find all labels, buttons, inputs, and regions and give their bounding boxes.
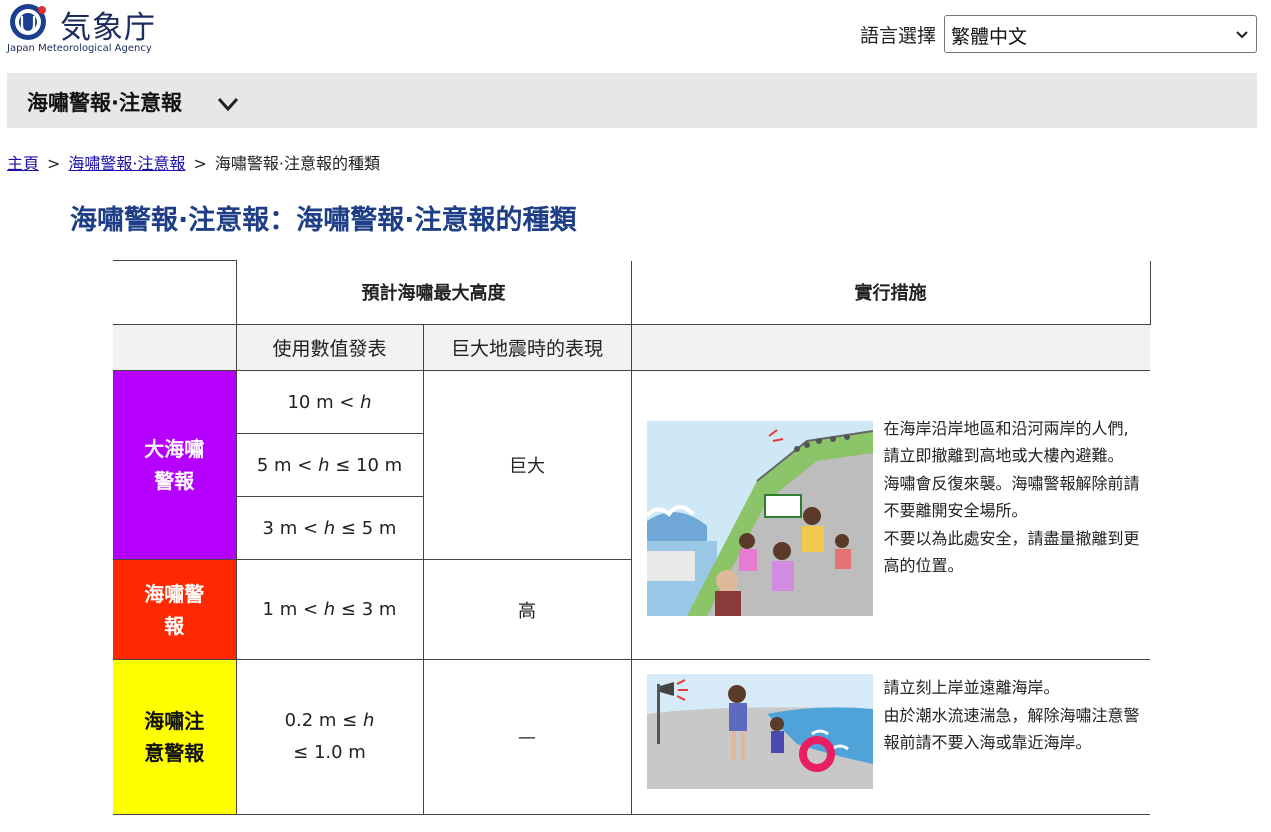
select-arrow-icon [1236, 31, 1248, 39]
height-value: 0.2 m ≤ h ≤ 1.0 m [236, 659, 424, 815]
table-subheader-row: 使用數值發表 巨大地震時的表現 [113, 324, 1150, 371]
beach-illustration [646, 674, 873, 789]
height-value: 1 m < h ≤ 3 m [236, 559, 424, 660]
height-value: 3 m < h ≤ 5 m [236, 496, 424, 560]
subheader-empty-cell [631, 324, 1150, 371]
language-selector: 語言選擇 繁體中文 [860, 15, 1257, 53]
table-row: 大海嘯 警報 10 m < h 巨大 在海岸沿岸地區和沿河兩岸的人們, 請立即撤… [113, 370, 1150, 660]
action-line: 海嘯會反復來襲。海嘯警報解除前請 [883, 473, 1140, 493]
height-variable: h [318, 454, 330, 476]
height-variable: h [363, 710, 375, 731]
table-row: 海嘯注 意警報 0.2 m ≤ h ≤ 1.0 m — 請立刻上岸並遠離海岸。 … [113, 659, 1150, 815]
height-variable: h [360, 391, 372, 413]
action-line: 不要以為此處安全，請盡量撤離到更 [883, 528, 1140, 548]
level-label-line2: 報 [164, 613, 185, 638]
section-menu-bar[interactable]: 海嘯警報·注意報 [7, 73, 1257, 128]
language-select[interactable]: 繁體中文 [944, 15, 1257, 53]
chevron-down-icon[interactable] [216, 92, 240, 116]
action-text-warning: 在海岸沿岸地區和沿河兩岸的人們, 請立即撤離到高地或大樓內避難。 海嘯會反復來襲… [884, 415, 1140, 580]
height-text: 1 m < [262, 599, 324, 620]
evacuation-illustration [646, 420, 873, 616]
subheader-empty-cell [113, 324, 237, 371]
action-line: 請立刻上岸並遠離海岸。 [883, 678, 1060, 697]
action-line: 高的位置。 [883, 556, 964, 575]
table-header-row: 預計海嘯最大高度 實行措施 [113, 260, 1151, 325]
logo-title: 気象庁 [60, 10, 156, 46]
header-max-height: 預計海嘯最大高度 [236, 260, 632, 325]
jma-logo-icon [10, 4, 46, 40]
height-text: ≤ 10 m [329, 454, 403, 476]
level-major-tsunami-warning: 大海嘯 警報 [113, 370, 237, 560]
height-variable: h [323, 599, 336, 620]
jma-logo[interactable]: 気象庁 Japan Meteorological Agency [6, 0, 166, 60]
quake-expression-huge: 巨大 [423, 370, 632, 560]
height-variable: h [323, 517, 336, 539]
page-title: 海嘯警報·注意報：海嘯警報·注意報的種類 [70, 205, 577, 236]
height-text: ≤ 5 m [335, 517, 397, 539]
level-label-line1: 海嘯注 [144, 709, 205, 733]
height-text: ≤ 1.0 m [293, 742, 366, 763]
action-line: 請立即撤離到高地或大樓內避難。 [883, 446, 1124, 465]
breadcrumb-separator: > [47, 154, 61, 173]
level-label-line2: 意警報 [144, 741, 205, 765]
level-tsunami-warning: 海嘯警 報 [113, 559, 237, 660]
section-title: 海嘯警報·注意報 [27, 91, 182, 115]
level-label-line2: 警報 [154, 469, 195, 493]
subheader-numeric: 使用數值發表 [236, 324, 424, 371]
table-corner-cell [113, 260, 237, 325]
breadcrumb-current: 海嘯警報·注意報的種類 [214, 154, 381, 173]
header-action: 實行措施 [631, 260, 1151, 325]
action-line: 報前請不要入海或靠近海岸。 [883, 733, 1092, 752]
height-value: 5 m < h ≤ 10 m [236, 433, 424, 497]
breadcrumb-separator: > [193, 154, 207, 173]
height-text: 5 m < [256, 454, 319, 476]
level-tsunami-advisory: 海嘯注 意警報 [113, 659, 237, 815]
level-label-line1: 海嘯警 [144, 581, 205, 606]
language-label: 語言選擇 [859, 24, 936, 47]
quake-expression-none: — [423, 659, 632, 815]
action-text-advisory: 請立刻上岸並遠離海岸。 由於潮水流速湍急，解除海嘯注意警 報前請不要入海或靠近海… [884, 674, 1140, 757]
height-text: 0.2 m ≤ [284, 710, 363, 731]
action-cell-warning: 在海岸沿岸地區和沿河兩岸的人們, 請立即撤離到高地或大樓內避難。 海嘯會反復來襲… [631, 370, 1150, 660]
action-line: 由於潮水流速湍急，解除海嘯注意警 [883, 705, 1140, 725]
height-text: 3 m < [262, 517, 324, 539]
action-line: 不要離開安全場所。 [883, 501, 1028, 520]
breadcrumb: 主頁 > 海嘯警報·注意報 > 海嘯警報·注意報的種類 [7, 150, 380, 174]
height-value: 10 m < h [236, 370, 424, 434]
language-selected-value: 繁體中文 [951, 26, 1028, 48]
breadcrumb-parent-link[interactable]: 海嘯警報·注意報 [68, 154, 185, 173]
tsunami-warning-table: 預計海嘯最大高度 實行措施 使用數值發表 巨大地震時的表現 大海嘯 警報 10 … [113, 260, 1151, 815]
action-cell-advisory: 請立刻上岸並遠離海岸。 由於潮水流速湍急，解除海嘯注意警 報前請不要入海或靠近海… [631, 659, 1150, 815]
height-text: ≤ 3 m [335, 599, 397, 620]
action-line: 在海岸沿岸地區和沿河兩岸的人們, [883, 418, 1129, 438]
breadcrumb-home-link[interactable]: 主頁 [7, 154, 39, 173]
height-text: 10 m < [287, 391, 361, 413]
quake-expression-high: 高 [423, 559, 632, 660]
subheader-quake-expression: 巨大地震時的表現 [423, 324, 632, 371]
logo-subtitle: Japan Meteorological Agency [7, 43, 152, 54]
level-label-line1: 大海嘯 [144, 437, 205, 461]
